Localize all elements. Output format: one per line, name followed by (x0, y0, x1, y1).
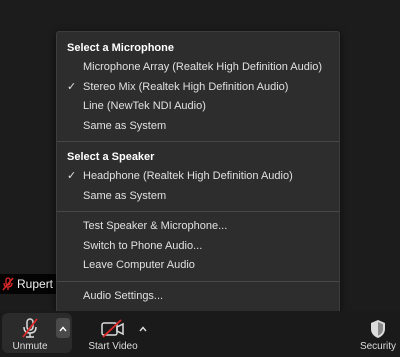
menu-item-label: Same as System (83, 189, 167, 202)
chevron-up-icon (139, 319, 147, 337)
menu-item-label: Audio Settings... (83, 289, 164, 302)
chevron-up-icon (59, 319, 67, 337)
menu-item-label: Test Speaker & Microphone... (83, 220, 228, 232)
muted-mic-icon (2, 277, 14, 291)
audio-options-caret-button[interactable] (56, 318, 70, 338)
speaker-option-headphone[interactable]: ✓ Headphone (Realtek High Definition Aud… (57, 167, 339, 187)
menu-item-label: Line (NewTek NDI Audio) (83, 100, 206, 112)
participant-name: Rupert I (17, 277, 60, 291)
speaker-section-header: Select a Speaker (67, 151, 155, 163)
microphone-option-stereo-mix[interactable]: ✓ Stereo Mix (Realtek High Definition Au… (57, 78, 339, 98)
start-video-button[interactable]: Start Video (82, 311, 144, 357)
start-video-label: Start Video (88, 341, 138, 352)
security-button[interactable]: Security (356, 311, 400, 357)
menu-item-label: Same as System (83, 119, 167, 132)
video-off-icon (100, 311, 126, 339)
menu-item-label: Headphone (Realtek High Definition Audio… (83, 170, 293, 182)
microphone-option-same-as-system[interactable]: Same as System (57, 117, 339, 137)
check-icon: ✓ (67, 80, 77, 93)
menu-item-label: Microphone Array (Realtek High Definitio… (83, 61, 323, 73)
security-label: Security (359, 341, 397, 352)
menu-item-label: Leave Computer Audio (83, 259, 195, 271)
menu-item-label: Stereo Mix (Realtek High Definition Audi… (83, 80, 289, 93)
audio-menu: Select a Microphone Microphone Array (Re… (56, 31, 340, 314)
microphone-section-header: Select a Microphone (67, 42, 174, 54)
test-speaker-microphone-item[interactable]: Test Speaker & Microphone... (57, 217, 339, 237)
leave-computer-audio-item[interactable]: Leave Computer Audio (57, 256, 339, 276)
video-options-caret-button[interactable] (137, 321, 149, 335)
muted-microphone-icon (20, 311, 40, 339)
microphone-option-array[interactable]: Microphone Array (Realtek High Definitio… (57, 58, 339, 78)
speaker-option-same-as-system[interactable]: Same as System (57, 187, 339, 207)
unmute-button[interactable]: Unmute (4, 311, 56, 357)
unmute-label: Unmute (12, 341, 48, 352)
menu-item-label: Switch to Phone Audio... (83, 239, 203, 252)
switch-to-phone-audio-item[interactable]: Switch to Phone Audio... (57, 237, 339, 257)
shield-icon (369, 311, 387, 339)
check-icon: ✓ (67, 170, 77, 182)
audio-settings-item[interactable]: Audio Settings... (57, 287, 339, 307)
microphone-option-line[interactable]: Line (NewTek NDI Audio) (57, 97, 339, 117)
